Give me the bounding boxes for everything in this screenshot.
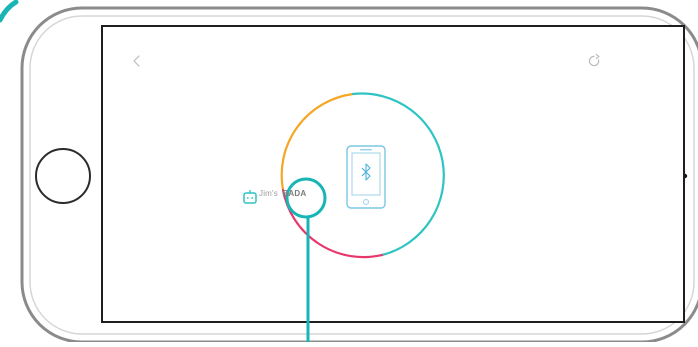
- device-name-label[interactable]: Jim's BADA: [259, 189, 306, 198]
- home-button[interactable]: [35, 148, 91, 204]
- refresh-button[interactable]: [584, 50, 604, 72]
- corner-annotation-arc: [0, 0, 19, 23]
- screenshot-stage: Jim's BADA: [0, 0, 698, 344]
- back-button[interactable]: [126, 50, 146, 72]
- user-name-label: Jim's: [259, 189, 278, 198]
- device-name: BADA: [282, 189, 307, 198]
- phone-illustration: [0, 0, 698, 344]
- smartphone-bluetooth-icon: [346, 145, 386, 209]
